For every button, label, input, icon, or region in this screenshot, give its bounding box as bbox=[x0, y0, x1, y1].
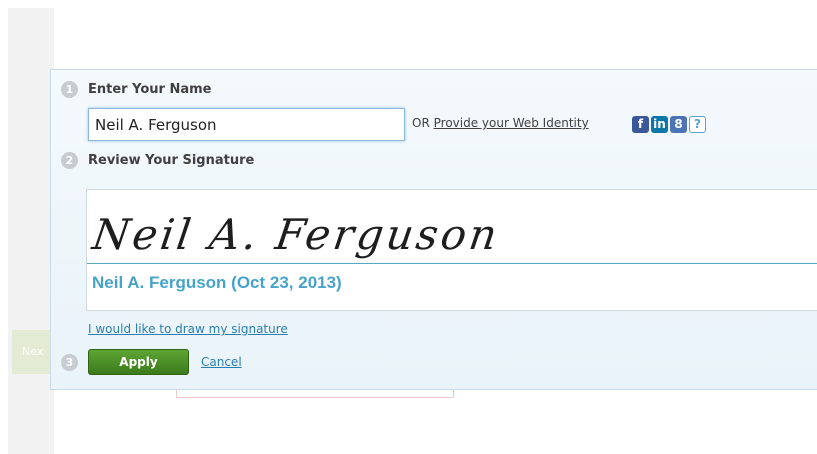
linkedin-icon[interactable]: in bbox=[651, 116, 668, 133]
name-input[interactable] bbox=[88, 108, 405, 141]
step-2-badge: 2 bbox=[61, 152, 78, 169]
signature-script: Neil A. Ferguson bbox=[89, 210, 503, 259]
help-icon[interactable]: ? bbox=[689, 116, 706, 133]
step-2-title: Review Your Signature bbox=[88, 153, 255, 168]
signature-stamp: Neil A. Ferguson (Oct 23, 2013) bbox=[92, 273, 342, 292]
step-3-badge: 3 bbox=[61, 354, 78, 371]
next-button-behind: Nex bbox=[12, 330, 52, 374]
draw-signature-link[interactable]: I would like to draw my signature bbox=[88, 322, 288, 336]
web-identity-link[interactable]: Provide your Web Identity bbox=[434, 116, 589, 130]
or-label: OR bbox=[412, 116, 430, 130]
apply-button[interactable]: Apply bbox=[88, 349, 189, 375]
step-1-badge: 1 bbox=[61, 81, 78, 98]
facebook-icon[interactable]: f bbox=[632, 116, 649, 133]
web-identity-prompt: OR Provide your Web Identity bbox=[412, 116, 589, 130]
page-sidebar-strip bbox=[8, 8, 54, 454]
signature-baseline bbox=[87, 263, 817, 264]
step-1-title: Enter Your Name bbox=[88, 82, 212, 97]
cancel-link[interactable]: Cancel bbox=[201, 355, 242, 369]
signature-preview: Neil A. Ferguson Neil A. Ferguson (Oct 2… bbox=[86, 189, 817, 311]
signature-panel: 1 Enter Your Name OR Provide your Web Id… bbox=[50, 69, 817, 390]
google-icon[interactable]: 8 bbox=[670, 116, 687, 133]
